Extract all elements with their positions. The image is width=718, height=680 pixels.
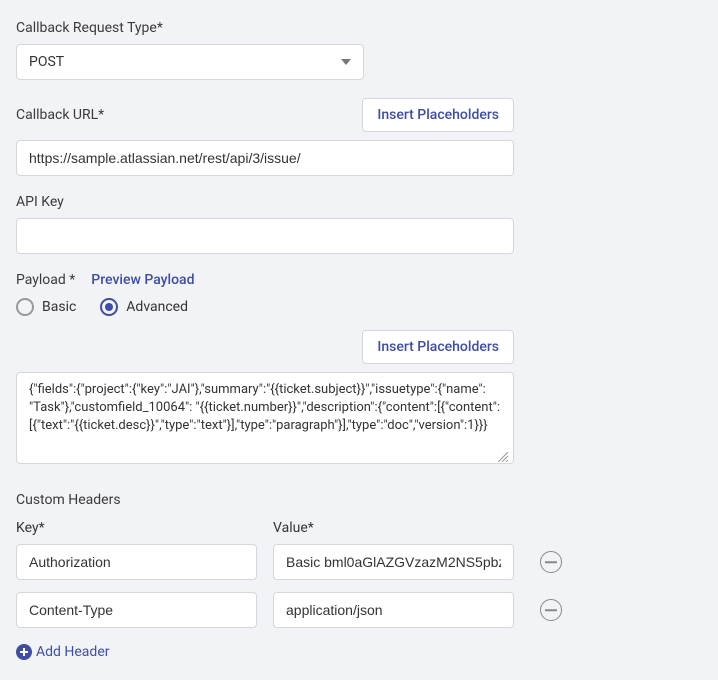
payload-textarea[interactable]	[16, 372, 514, 464]
api-key-label: API Key	[16, 194, 702, 210]
remove-header-button[interactable]	[540, 599, 562, 621]
radio-basic-label: Basic	[42, 299, 76, 315]
payload-label: Payload *	[16, 272, 75, 288]
request-type-select[interactable]: POST	[16, 44, 364, 80]
custom-headers-title: Custom Headers	[16, 492, 702, 508]
radio-icon-unselected	[16, 298, 34, 316]
plus-circle-icon	[16, 644, 32, 660]
insert-placeholders-url-button[interactable]: Insert Placeholders	[362, 98, 514, 132]
header-row	[16, 592, 702, 628]
header-row	[16, 544, 702, 580]
header-key-input[interactable]	[16, 592, 257, 628]
insert-placeholders-payload-button[interactable]: Insert Placeholders	[362, 330, 514, 364]
api-key-input[interactable]	[16, 218, 514, 254]
request-type-label: Callback Request Type*	[16, 20, 702, 36]
radio-advanced[interactable]: Advanced	[100, 298, 188, 316]
header-key-input[interactable]	[16, 544, 257, 580]
radio-basic[interactable]: Basic	[16, 298, 76, 316]
request-type-value: POST	[29, 54, 64, 70]
add-header-button[interactable]: Add Header	[16, 644, 702, 660]
radio-icon-selected	[100, 298, 118, 316]
chevron-down-icon	[341, 59, 351, 65]
preview-payload-link[interactable]: Preview Payload	[91, 272, 194, 288]
header-value-label: Value*	[273, 520, 514, 536]
callback-url-label: Callback URL*	[16, 107, 104, 123]
callback-url-input[interactable]	[16, 140, 514, 176]
add-header-label: Add Header	[36, 644, 110, 660]
radio-advanced-label: Advanced	[126, 299, 188, 315]
remove-header-button[interactable]	[540, 551, 562, 573]
header-value-input[interactable]	[273, 592, 514, 628]
header-key-label: Key*	[16, 520, 257, 536]
header-value-input[interactable]	[273, 544, 514, 580]
